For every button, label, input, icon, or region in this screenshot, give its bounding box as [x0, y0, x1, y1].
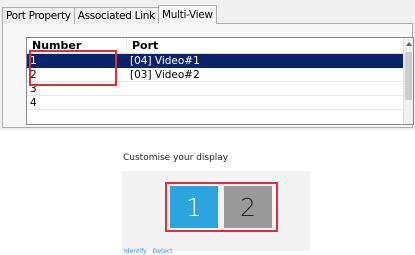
tab-associated-link[interactable]: Associated Link — [73, 7, 159, 24]
row-port — [127, 82, 405, 95]
row-port: [03] Video#2 — [130, 69, 200, 81]
table-row[interactable]: 2 [03] Video#2 — [27, 68, 405, 82]
tab-port-property[interactable]: Port Property — [2, 7, 75, 24]
row-number: 3 — [30, 83, 37, 95]
row-port — [127, 96, 405, 109]
monitor-2-tile[interactable]: 2 — [224, 186, 272, 228]
detect-link[interactable]: Detect — [153, 248, 173, 255]
row-number: 1 — [30, 55, 37, 67]
table-row[interactable]: 3 — [27, 82, 405, 96]
row-port: [04] Video#1 — [130, 55, 200, 67]
table-row[interactable]: 4 — [27, 96, 405, 110]
display-links: Identify Detect — [124, 248, 173, 255]
row-number: 2 — [30, 69, 37, 81]
monitor-1-tile[interactable]: 1 — [170, 186, 218, 228]
tab-strip: Port Property Associated Link Multi-View — [2, 5, 217, 24]
column-header-port[interactable]: Port — [127, 38, 405, 53]
column-header-number[interactable]: Number — [27, 38, 127, 53]
list-header: Number Port — [27, 38, 405, 54]
port-properties-panel: Port Property Associated Link Multi-View… — [0, 0, 415, 130]
identify-link[interactable]: Identify — [124, 248, 147, 255]
vertical-scrollbar[interactable] — [403, 38, 413, 124]
tab-multi-view[interactable]: Multi-View — [157, 5, 217, 24]
port-list[interactable]: Number Port 1 [04] Video#1 2 [03] Video#… — [26, 37, 414, 125]
scroll-up-arrow-icon[interactable] — [406, 42, 412, 46]
row-number: 4 — [30, 97, 37, 109]
list-rows: 1 [04] Video#1 2 [03] Video#2 3 4 — [27, 54, 405, 110]
display-settings-title: Customise your display — [123, 153, 229, 163]
table-row[interactable]: 1 [04] Video#1 — [27, 54, 405, 68]
scrollbar-thumb[interactable] — [405, 52, 412, 100]
